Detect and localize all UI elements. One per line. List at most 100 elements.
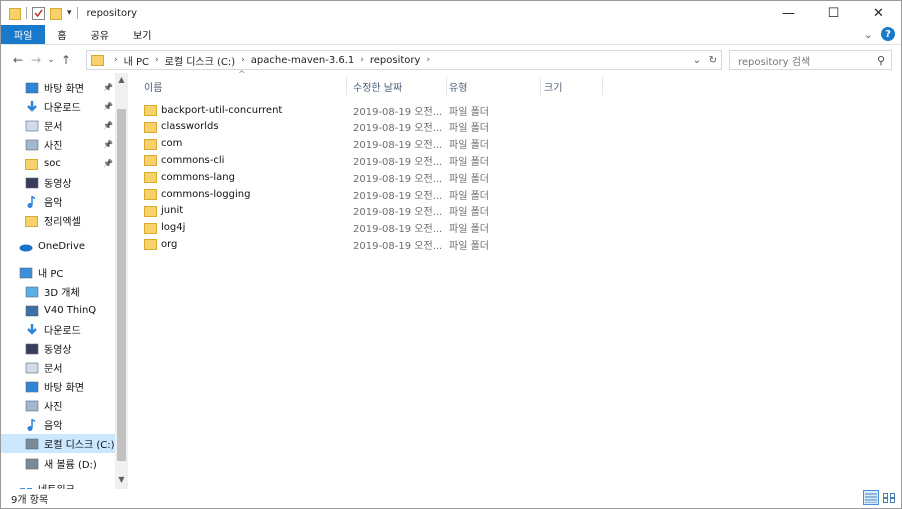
properties-icon[interactable] bbox=[32, 6, 45, 20]
video-icon bbox=[25, 177, 39, 189]
pc-icon bbox=[19, 267, 33, 279]
file-row[interactable]: junit 2019-08-19 오전... 파일 폴더 bbox=[144, 203, 504, 219]
file-row[interactable]: backport-util-concurrent 2019-08-19 오전...… bbox=[144, 102, 504, 118]
tab-share[interactable]: 공유 bbox=[79, 25, 121, 44]
sidebar-item[interactable]: OneDrive bbox=[1, 237, 115, 256]
address-dropdown-icon[interactable]: ⌄ bbox=[689, 55, 705, 66]
pin-icon: 📌 bbox=[103, 121, 113, 130]
search-input[interactable]: repository 검색 ⚲ bbox=[729, 50, 892, 70]
breadcrumb-maven[interactable]: apache-maven-3.6.1 bbox=[251, 55, 355, 66]
sidebar-item[interactable]: 음악 bbox=[1, 415, 115, 434]
sidebar-item-label: soc bbox=[44, 158, 61, 169]
pictures-icon bbox=[25, 139, 39, 151]
folder-icon bbox=[25, 158, 39, 170]
new-folder-icon[interactable] bbox=[50, 7, 62, 20]
sidebar-item[interactable]: 새 볼륨 (D:) bbox=[1, 454, 115, 473]
recent-locations-icon[interactable]: ⌄ bbox=[45, 55, 57, 65]
sidebar-scrollbar[interactable]: ▲ ▼ bbox=[115, 73, 128, 489]
breadcrumb-chevron-icon[interactable]: › bbox=[426, 55, 430, 65]
customize-toolbar-icon[interactable]: ▾ bbox=[67, 8, 72, 18]
sidebar-item[interactable]: 사진 bbox=[1, 396, 115, 415]
minimize-button[interactable]: — bbox=[766, 1, 811, 25]
breadcrumb-chevron-icon[interactable]: › bbox=[155, 55, 159, 65]
column-header-date[interactable]: 수정한 날짜 bbox=[347, 73, 447, 99]
breadcrumb-this-pc[interactable]: 내 PC bbox=[124, 53, 149, 68]
sidebar-item[interactable]: 동영상 bbox=[1, 339, 115, 358]
sidebar-item[interactable]: 정리엑셀 bbox=[1, 211, 115, 230]
large-icons-view-icon[interactable] bbox=[881, 490, 897, 505]
sidebar-item[interactable]: 다운로드 📌 bbox=[1, 97, 115, 116]
file-date: 2019-08-19 오전... bbox=[353, 224, 443, 236]
up-arrow-icon[interactable]: ↑ bbox=[57, 53, 75, 67]
sidebar-item[interactable]: 동영상 bbox=[1, 173, 115, 192]
details-view-icon[interactable] bbox=[863, 490, 879, 505]
folder-icon bbox=[144, 205, 157, 217]
sidebar-item-label: 음악 bbox=[44, 198, 63, 209]
tab-view[interactable]: 보기 bbox=[121, 25, 163, 44]
sidebar-item-label: 문서 bbox=[44, 122, 63, 133]
status-bar: 9개 항목 bbox=[1, 489, 901, 508]
column-header-label: 크기 bbox=[544, 82, 563, 94]
help-icon[interactable]: ? bbox=[881, 27, 895, 41]
ribbon-right: ⌄ ? bbox=[864, 27, 895, 41]
sidebar-item-label: 사진 bbox=[44, 402, 63, 413]
sidebar-item[interactable]: 다운로드 bbox=[1, 320, 115, 339]
sidebar-item[interactable]: 문서 bbox=[1, 358, 115, 377]
onedrive-icon bbox=[19, 241, 33, 253]
column-header-size[interactable]: 크기 bbox=[541, 73, 603, 99]
file-name: backport-util-concurrent bbox=[161, 104, 283, 116]
sidebar-item[interactable]: 문서 📌 bbox=[1, 116, 115, 135]
download-icon bbox=[25, 323, 39, 336]
desktop-icon bbox=[25, 82, 39, 94]
sidebar-item[interactable]: 바탕 화면 📌 bbox=[1, 78, 115, 97]
sidebar-item[interactable]: 음악 bbox=[1, 192, 115, 211]
address-bar[interactable]: › 내 PC › 로컬 디스크 (C:) › apache-maven-3.6.… bbox=[86, 50, 722, 70]
breadcrumb-chevron-icon[interactable]: › bbox=[241, 55, 245, 65]
tab-file[interactable]: 파일 bbox=[1, 25, 46, 44]
expand-ribbon-button[interactable]: ⌄ bbox=[864, 28, 873, 41]
close-button[interactable]: ✕ bbox=[856, 1, 901, 25]
breadcrumb-chevron-icon[interactable]: › bbox=[360, 55, 364, 65]
scrollbar-thumb[interactable] bbox=[117, 109, 126, 461]
pictures-icon bbox=[25, 400, 39, 412]
sidebar-item[interactable]: soc 📌 bbox=[1, 154, 115, 173]
search-icon: ⚲ bbox=[876, 54, 885, 67]
file-name: log4j bbox=[161, 222, 186, 234]
sidebar-item-label: 로컬 디스크 (C:) bbox=[44, 440, 115, 451]
sidebar-item[interactable]: 사진 📌 bbox=[1, 135, 115, 154]
column-header-name[interactable]: ^ 이름 bbox=[134, 70, 347, 99]
sidebar-item[interactable]: 내 PC bbox=[1, 263, 115, 282]
file-row[interactable]: log4j 2019-08-19 오전... 파일 폴더 bbox=[144, 220, 504, 236]
file-date: 2019-08-19 오전... bbox=[353, 240, 443, 252]
file-name: commons-lang bbox=[161, 171, 235, 183]
breadcrumb-repository[interactable]: repository bbox=[370, 55, 421, 66]
sidebar-item[interactable]: 바탕 화면 bbox=[1, 377, 115, 396]
sidebar-item[interactable]: V40 ThinQ bbox=[1, 301, 115, 320]
back-arrow-icon[interactable]: ← bbox=[9, 53, 27, 67]
sidebar-item-label: 동영상 bbox=[44, 345, 72, 356]
breadcrumb-chevron-icon[interactable]: › bbox=[114, 55, 118, 65]
sidebar-item[interactable]: 로컬 디스크 (C:) bbox=[1, 434, 115, 453]
tab-home[interactable]: 홈 bbox=[45, 25, 78, 44]
file-row[interactable]: commons-cli 2019-08-19 오전... 파일 폴더 bbox=[144, 152, 504, 168]
scroll-down-arrow-icon[interactable]: ▼ bbox=[115, 475, 128, 484]
scroll-up-arrow-icon[interactable]: ▲ bbox=[115, 75, 128, 84]
sidebar-item[interactable]: 3D 개체 bbox=[1, 282, 115, 301]
sidebar-item[interactable]: 네트워크 bbox=[1, 479, 115, 489]
column-header-type[interactable]: 유형 bbox=[447, 73, 541, 99]
maximize-button[interactable]: ☐ bbox=[811, 1, 856, 25]
file-row[interactable]: classworlds 2019-08-19 오전... 파일 폴더 bbox=[144, 119, 504, 135]
folder-icon bbox=[144, 172, 157, 184]
sidebar-item-label: 바탕 화면 bbox=[44, 383, 84, 394]
file-type: 파일 폴더 bbox=[449, 123, 489, 135]
refresh-icon[interactable]: ↻ bbox=[705, 55, 721, 66]
breadcrumb-local-disk[interactable]: 로컬 디스크 (C:) bbox=[165, 53, 236, 68]
file-row[interactable]: commons-logging 2019-08-19 오전... 파일 폴더 bbox=[144, 186, 504, 202]
file-row[interactable]: commons-lang 2019-08-19 오전... 파일 폴더 bbox=[144, 169, 504, 185]
folder-icon bbox=[144, 105, 157, 116]
forward-arrow-icon[interactable]: → bbox=[27, 53, 45, 67]
file-row[interactable]: com 2019-08-19 오전... 파일 폴더 bbox=[144, 136, 504, 152]
file-date: 2019-08-19 오전... bbox=[353, 173, 443, 185]
file-row[interactable]: org 2019-08-19 오전... 파일 폴더 bbox=[144, 236, 504, 252]
item-count: 9개 항목 bbox=[11, 495, 49, 506]
